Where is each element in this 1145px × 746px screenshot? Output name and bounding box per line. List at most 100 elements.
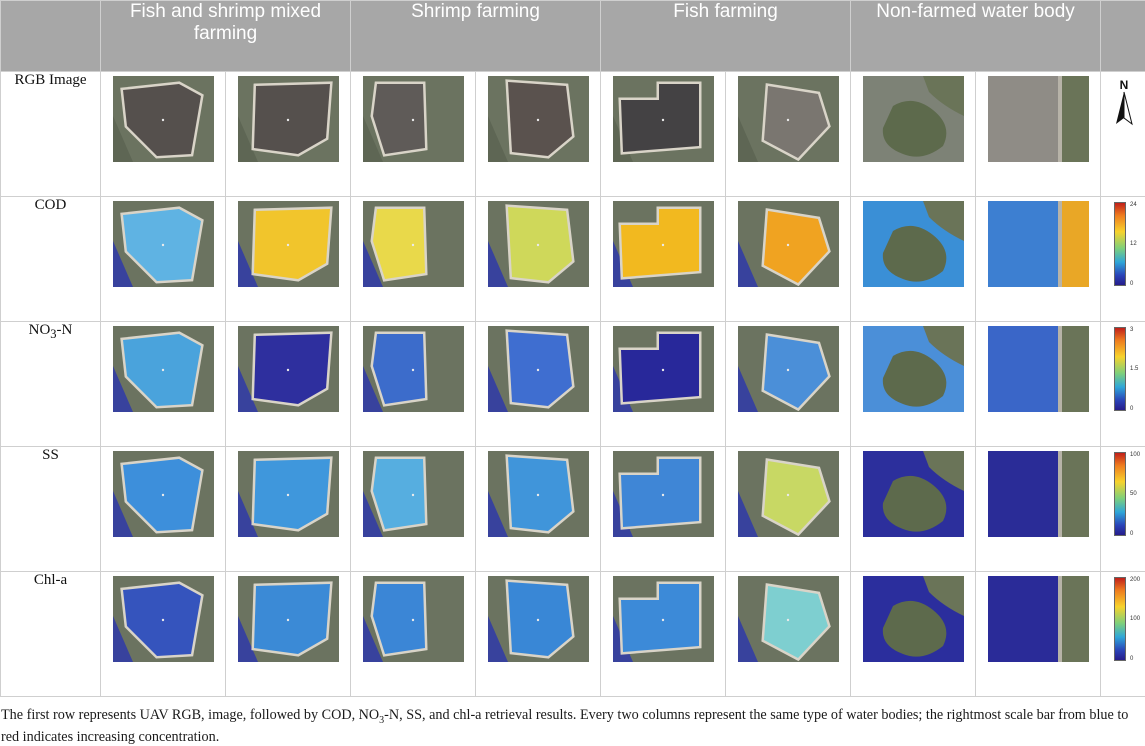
image-cell (101, 572, 226, 697)
scale-tick-bottom: 0 (1130, 531, 1133, 537)
image-cell (601, 197, 726, 322)
rgb-tile (863, 76, 964, 162)
image-cell (351, 447, 476, 572)
scale-tick-mid: 100 (1130, 616, 1140, 622)
color-scale-cell: 31.50 (1101, 322, 1145, 447)
image-cell (476, 322, 601, 447)
cod-tile (113, 201, 214, 287)
image-cell (976, 72, 1101, 197)
color-scale-cell: 2001000 (1101, 572, 1145, 697)
image-cell (851, 447, 976, 572)
ss-tile (863, 451, 964, 537)
header-corner (1, 1, 101, 72)
image-cell (601, 72, 726, 197)
chl-tile (238, 576, 339, 662)
color-scale-bar (1114, 327, 1126, 411)
image-cell (601, 447, 726, 572)
image-cell (476, 197, 601, 322)
image-cell (726, 322, 851, 447)
image-cell (226, 72, 351, 197)
results-table: Fish and shrimp mixed farming Shrimp far… (0, 0, 1145, 697)
rgb-tile (488, 76, 589, 162)
image-cell (851, 72, 976, 197)
image-cell (476, 447, 601, 572)
column-header: Non-farmed water body (851, 1, 1101, 72)
color-scale-bar (1114, 202, 1126, 286)
rgb-tile (613, 76, 714, 162)
row-label: Chl-a (1, 572, 101, 697)
cod-tile (988, 201, 1089, 287)
image-cell (351, 572, 476, 697)
image-cell (351, 197, 476, 322)
ss-tile (988, 451, 1089, 537)
no3-tile (488, 326, 589, 412)
image-cell (226, 447, 351, 572)
scale-tick-bottom: 0 (1130, 281, 1133, 287)
image-cell (851, 572, 976, 697)
rgb-tile (238, 76, 339, 162)
cod-tile (613, 201, 714, 287)
caption-part1: The first row represents UAV RGB, image,… (1, 707, 379, 723)
row-label: SS (1, 447, 101, 572)
column-header: Fish and shrimp mixed farming (101, 1, 351, 72)
chl-tile (988, 576, 1089, 662)
image-cell (351, 72, 476, 197)
table-row: NO3-N 31.50 (1, 322, 1145, 447)
north-arrow-icon: N (1113, 78, 1135, 133)
no3-tile (113, 326, 214, 412)
chl-tile (113, 576, 214, 662)
ss-tile (238, 451, 339, 537)
chl-tile (863, 576, 964, 662)
no3-tile (738, 326, 839, 412)
color-scale-bar (1114, 452, 1126, 536)
cod-tile (863, 201, 964, 287)
image-cell (726, 447, 851, 572)
ss-tile (613, 451, 714, 537)
image-cell (976, 572, 1101, 697)
ss-tile (113, 451, 214, 537)
rgb-tile (363, 76, 464, 162)
scale-tick-top: 200 (1130, 577, 1140, 583)
column-header: Shrimp farming (351, 1, 601, 72)
chl-tile (363, 576, 464, 662)
ss-tile (363, 451, 464, 537)
image-cell (726, 572, 851, 697)
no3-tile (613, 326, 714, 412)
chl-tile (738, 576, 839, 662)
figure-caption: The first row represents UAV RGB, image,… (1, 707, 1141, 746)
image-cell (101, 197, 226, 322)
image-cell (226, 572, 351, 697)
ss-tile (738, 451, 839, 537)
table-row: SS 100500 (1, 447, 1145, 572)
image-cell (601, 572, 726, 697)
image-cell (226, 197, 351, 322)
scale-tick-mid: 1.5 (1130, 366, 1138, 372)
ss-tile (488, 451, 589, 537)
cod-tile (488, 201, 589, 287)
no3-tile (238, 326, 339, 412)
scale-tick-top: 3 (1130, 327, 1133, 333)
scale-tick-top: 100 (1130, 452, 1140, 458)
image-cell (601, 322, 726, 447)
image-cell (351, 322, 476, 447)
image-cell (976, 197, 1101, 322)
scale-tick-mid: 12 (1130, 241, 1137, 247)
cod-tile (238, 201, 339, 287)
no3-tile (863, 326, 964, 412)
image-cell (851, 197, 976, 322)
cod-tile (363, 201, 464, 287)
scale-tick-bottom: 0 (1130, 406, 1133, 412)
image-cell (476, 572, 601, 697)
image-cell (226, 322, 351, 447)
header-corner-right (1101, 1, 1145, 72)
no3-tile (988, 326, 1089, 412)
image-cell (476, 72, 601, 197)
rgb-tile (113, 76, 214, 162)
row-label: COD (1, 197, 101, 322)
column-header: Fish farming (601, 1, 851, 72)
table-row: Chl-a 2001000 (1, 572, 1145, 697)
image-cell (101, 322, 226, 447)
image-cell (726, 197, 851, 322)
row-label: NO3-N (1, 322, 101, 447)
north-arrow-cell: N (1101, 72, 1145, 197)
